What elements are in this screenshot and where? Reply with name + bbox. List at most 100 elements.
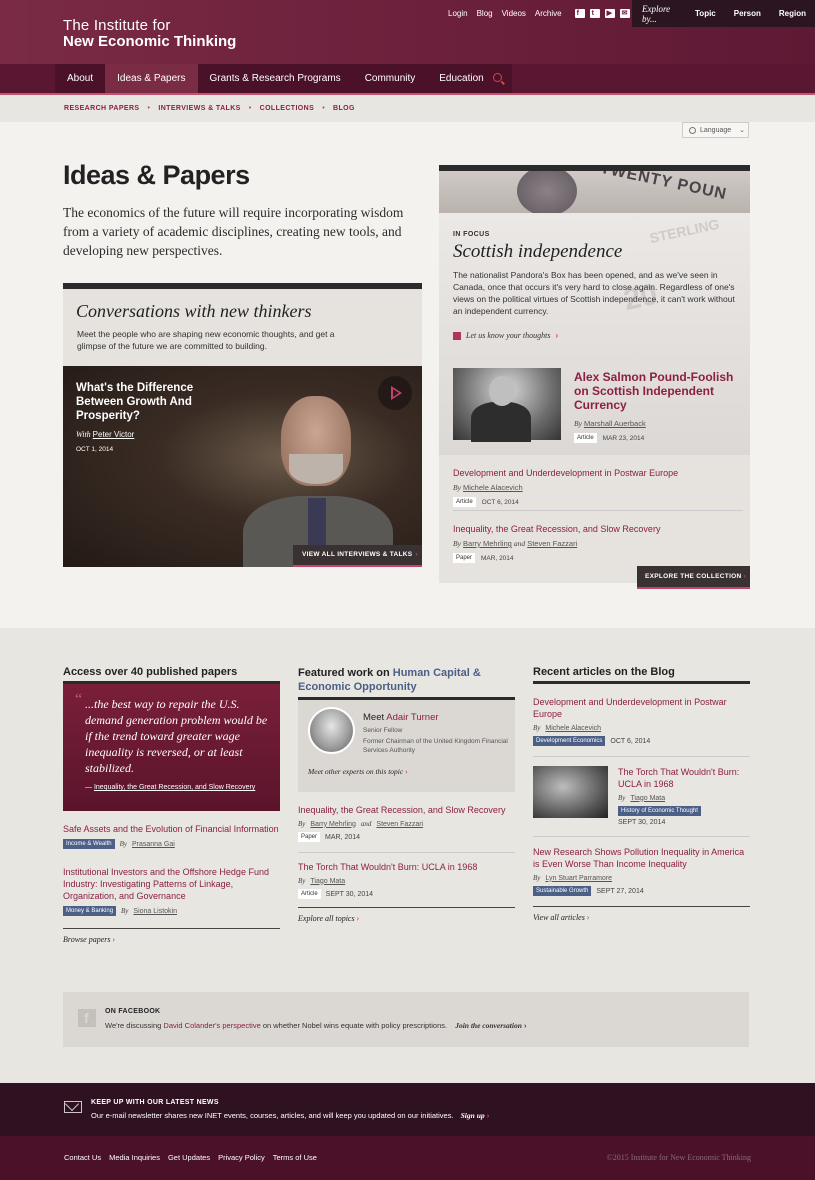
subnav-interviews[interactable]: INTERVIEWS & TALKS: [158, 105, 240, 112]
archive-link[interactable]: Archive: [535, 9, 562, 18]
footer-updates[interactable]: Get Updates: [168, 1153, 210, 1162]
other-experts-link[interactable]: Meet other experts on this topic ›: [308, 767, 408, 776]
nav-grants[interactable]: Grants & Research Programs: [198, 64, 353, 93]
conversations-panel: Conversations with new thinkers Meet the…: [63, 283, 422, 567]
featured-article-title[interactable]: Alex Salmon Pound-Foolish on Scottish In…: [574, 370, 739, 412]
search-icon[interactable]: [493, 73, 502, 82]
blog-thumbnail[interactable]: [533, 766, 608, 818]
quote-source-link[interactable]: Inequality, the Great Recession, and Slo…: [94, 784, 255, 791]
author-link[interactable]: Michele Alacevich: [545, 725, 601, 732]
article-title[interactable]: The Torch That Wouldn't Burn: UCLA in 19…: [298, 861, 515, 873]
author-link[interactable]: Marshall Auerback: [584, 419, 646, 428]
article-title[interactable]: Development and Underdevelopment in Post…: [533, 696, 750, 720]
envelope-icon: [64, 1101, 82, 1113]
explore-topics-link[interactable]: Explore all topics ›: [298, 907, 515, 923]
topic-tag[interactable]: Money & Banking: [63, 906, 117, 916]
explore-topic[interactable]: Topic: [686, 9, 725, 18]
blog-link[interactable]: Blog: [477, 9, 493, 18]
list-item: Development and Underdevelopment in Post…: [533, 696, 750, 746]
subnav-collections[interactable]: COLLECTIONS: [260, 105, 315, 112]
logo-line-1: The Institute for: [63, 17, 171, 34]
play-icon[interactable]: [378, 376, 412, 410]
video-with: With Peter Victor: [76, 430, 134, 439]
sign-up-link[interactable]: Sign up: [461, 1111, 485, 1120]
utility-nav: Login Blog Videos Archive f t ▶ ✉: [448, 9, 630, 18]
papers-column: Access over 40 published papers “ ...the…: [63, 666, 280, 944]
conversations-title: Conversations with new thinkers: [76, 301, 312, 321]
explore-region[interactable]: Region: [770, 9, 815, 18]
in-focus-title[interactable]: Scottish independence: [453, 241, 622, 263]
nav-about[interactable]: About: [55, 64, 105, 93]
topic-tag[interactable]: Income & Wealth: [63, 839, 115, 849]
facebook-topic-link[interactable]: David Colander's perspective: [163, 1021, 260, 1030]
author-link[interactable]: Tiago Mata: [630, 795, 665, 802]
author-link[interactable]: Prasanna Gai: [132, 841, 175, 848]
featured-article-image[interactable]: [453, 368, 561, 442]
list-item: The Torch That Wouldn't Burn: UCLA in 19…: [533, 766, 750, 826]
footer-privacy[interactable]: Privacy Policy: [218, 1153, 265, 1162]
author-link[interactable]: Siona Listokin: [133, 908, 177, 915]
language-label: Language: [700, 126, 732, 134]
join-conversation-link[interactable]: Join the conversation: [455, 1021, 522, 1030]
youtube-icon[interactable]: ▶: [604, 9, 615, 18]
author-link[interactable]: Steven Fazzari: [527, 539, 577, 548]
topic-tag[interactable]: History of Economic Thought: [618, 806, 701, 816]
videos-link[interactable]: Videos: [502, 9, 526, 18]
banner-text: TWENTY POUN: [598, 171, 729, 204]
view-all-articles-link[interactable]: View all articles ›: [533, 906, 750, 922]
type-badge: Article: [298, 889, 321, 899]
facebook-icon[interactable]: f: [574, 9, 585, 18]
main-nav: About Ideas & Papers Grants & Research P…: [0, 64, 815, 93]
paper-title[interactable]: Safe Assets and the Evolution of Financi…: [63, 823, 280, 835]
in-focus-body: 20 STERLING IN FOCUS Scottish independen…: [439, 213, 750, 455]
nav-ideas-papers[interactable]: Ideas & Papers: [105, 64, 198, 93]
login-link[interactable]: Login: [448, 9, 468, 18]
facebook-icon[interactable]: [78, 1009, 96, 1027]
footer-media[interactable]: Media Inquiries: [109, 1153, 160, 1162]
share-thoughts-link[interactable]: Let us know your thoughts ›: [453, 331, 558, 340]
view-all-interviews-button[interactable]: VIEW ALL INTERVIEWS & TALKS ›: [293, 545, 422, 567]
in-focus-panel: TWENTY POUN 20 STERLING IN FOCUS Scottis…: [439, 165, 750, 589]
paper-title[interactable]: Institutional Investors and the Offshore…: [63, 866, 280, 902]
article-title[interactable]: Development and Underdevelopment in Post…: [453, 467, 743, 479]
mail-icon[interactable]: ✉: [619, 9, 630, 18]
type-badge: Paper: [298, 832, 321, 842]
list-item: Inequality, the Great Recession, and Slo…: [453, 523, 743, 563]
footer-links: Contact Us Media Inquiries Get Updates P…: [64, 1153, 317, 1162]
blog-column: Recent articles on the Blog Development …: [533, 666, 750, 922]
list-item: Development and Underdevelopment in Post…: [453, 467, 743, 507]
author-link[interactable]: Tiago Mata: [310, 878, 345, 885]
author-link[interactable]: Michele Alacevich: [463, 483, 523, 492]
expert-link[interactable]: Adair Turner: [386, 712, 438, 723]
footer-terms[interactable]: Terms of Use: [273, 1153, 317, 1162]
author-link[interactable]: Lyn Stuart Parramore: [545, 875, 612, 882]
language-select[interactable]: Language ⌄: [682, 122, 749, 138]
nav-education[interactable]: Education: [427, 64, 495, 93]
article-title[interactable]: New Research Shows Pollution Inequality …: [533, 846, 750, 870]
subnav-research-papers[interactable]: RESEARCH PAPERS: [64, 105, 140, 112]
footer-contact[interactable]: Contact Us: [64, 1153, 101, 1162]
subnav-blog[interactable]: BLOG: [333, 105, 355, 112]
page-title: Ideas & Papers: [63, 160, 250, 190]
site-logo[interactable]: The Institute for New Economic Thinking: [63, 18, 236, 50]
blog-heading: Recent articles on the Blog: [533, 666, 750, 684]
nav-community[interactable]: Community: [353, 64, 428, 93]
video-speaker-link[interactable]: Peter Victor: [93, 430, 135, 439]
article-title[interactable]: The Torch That Wouldn't Burn: UCLA in 19…: [618, 766, 750, 790]
twitter-icon[interactable]: t: [589, 9, 600, 18]
featured-work-heading: Featured work on Human Capital & Economi…: [298, 666, 515, 700]
author-link[interactable]: Barry Mehrling: [463, 539, 512, 548]
topic-tag[interactable]: Development Economics: [533, 736, 606, 746]
author-link[interactable]: Steven Fazzari: [376, 821, 423, 828]
video-title[interactable]: What's the Difference Between Growth And…: [76, 381, 216, 423]
browse-papers-link[interactable]: Browse papers ›: [63, 928, 280, 944]
facebook-icon: [453, 331, 461, 340]
explore-person[interactable]: Person: [725, 9, 770, 18]
author-link[interactable]: Barry Mehrling: [310, 821, 356, 828]
avatar[interactable]: [308, 707, 355, 754]
topic-tag[interactable]: Sustainable Growth: [533, 886, 592, 896]
explore-collection-button[interactable]: EXPLORE THE COLLECTION ›: [637, 566, 750, 589]
article-title[interactable]: Inequality, the Great Recession, and Slo…: [453, 523, 743, 535]
article-title[interactable]: Inequality, the Great Recession, and Slo…: [298, 804, 515, 816]
video-thumbnail[interactable]: What's the Difference Between Growth And…: [63, 366, 422, 567]
